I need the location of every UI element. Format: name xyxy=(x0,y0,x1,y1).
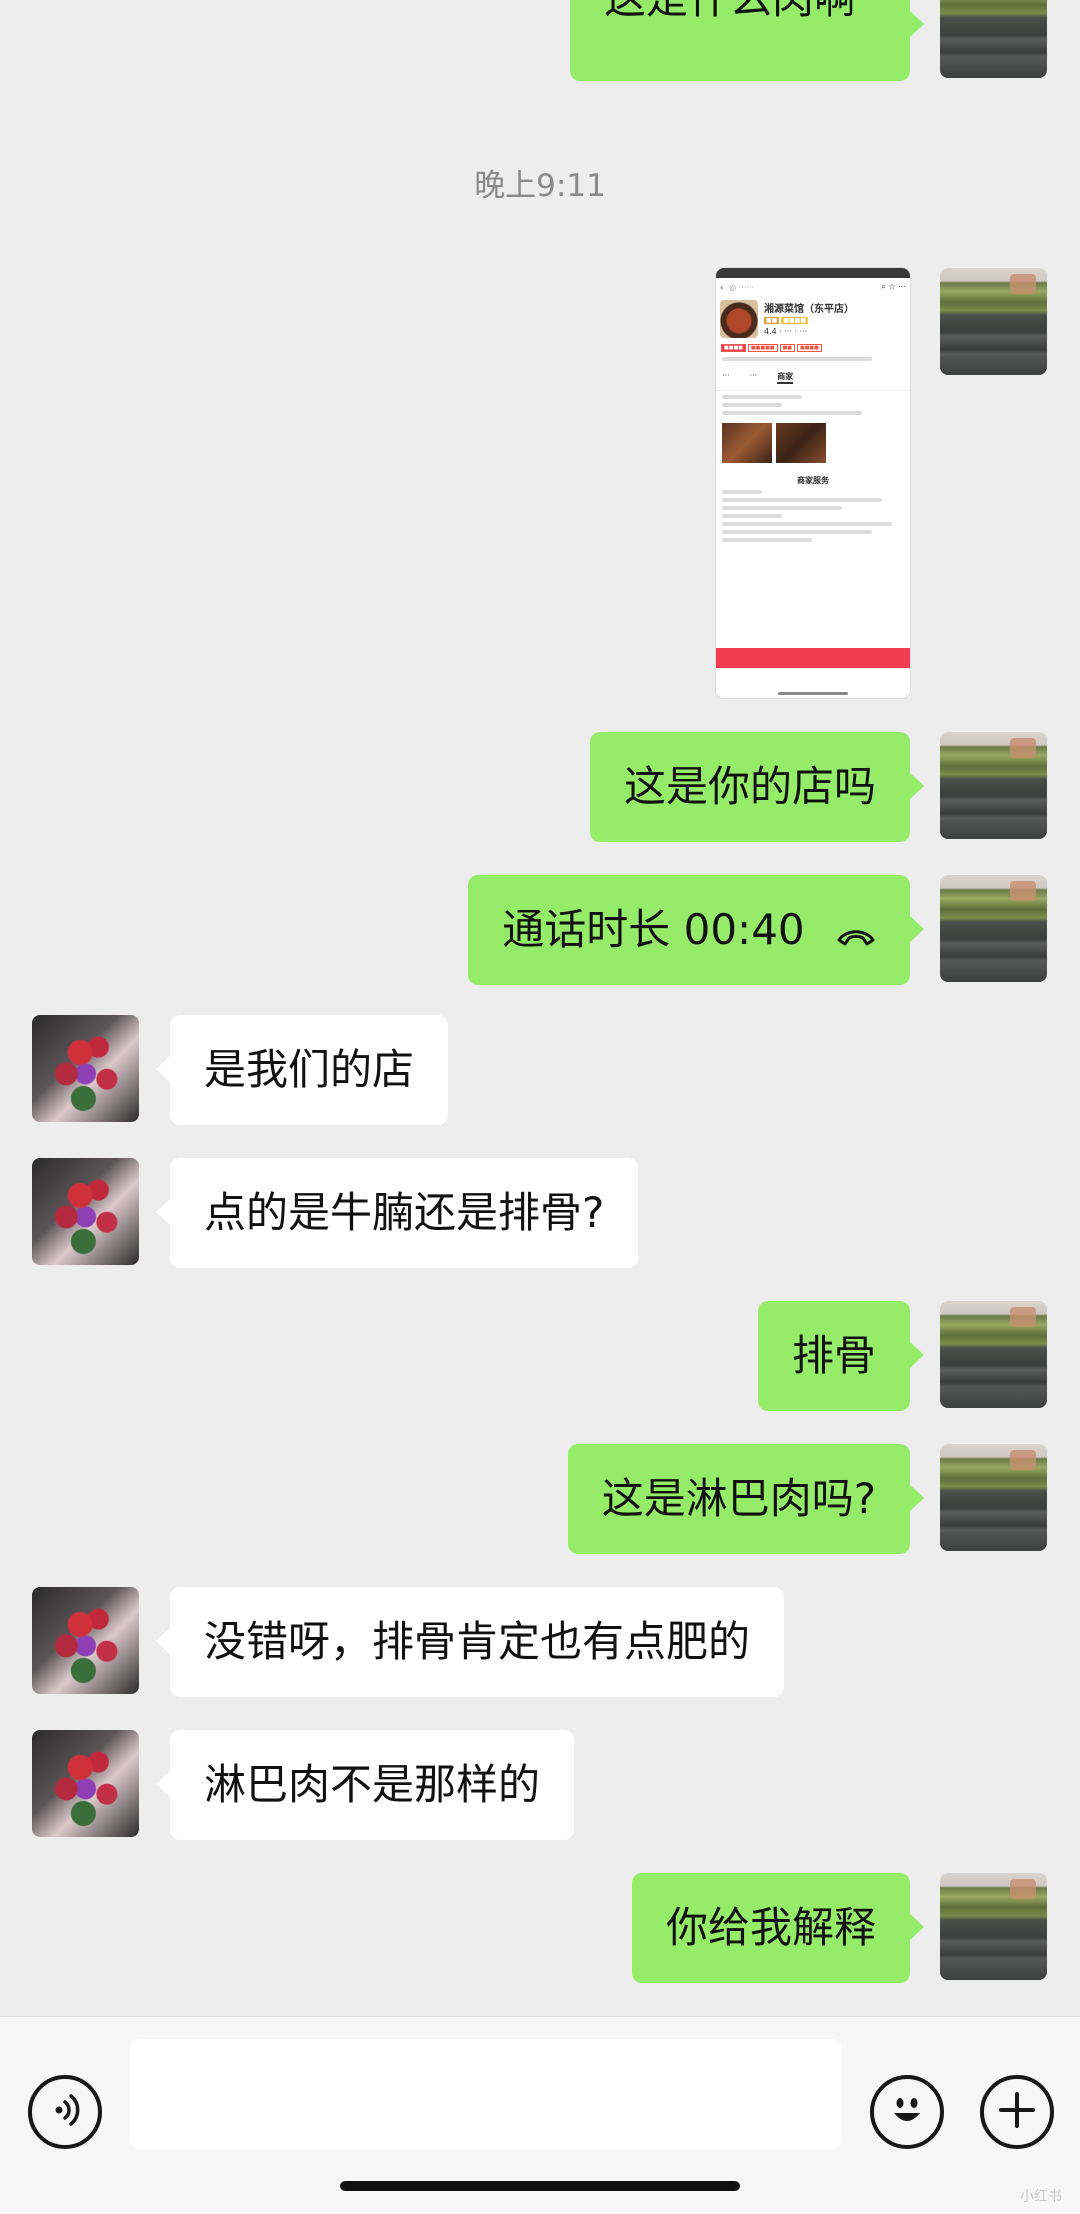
contact-avatar[interactable] xyxy=(32,1015,139,1122)
message-text: 是我们的店 xyxy=(204,1045,415,1094)
message-text: 点的是牛腩还是排骨? xyxy=(204,1188,605,1237)
message-text: 你给我解释 xyxy=(665,1903,876,1952)
thumb-shop-photo xyxy=(720,300,758,338)
thumb-tags: ■■■■ ■■■■■ ■■ ■■■■ xyxy=(716,342,910,353)
my-avatar[interactable] xyxy=(940,732,1047,839)
contact-avatar[interactable] xyxy=(32,1158,139,1265)
thumb-shop-name: 湘源菜馆（东平店） xyxy=(764,304,854,315)
message-text: 排骨 xyxy=(791,1331,876,1380)
voice-icon xyxy=(45,2090,85,2134)
message-bubble-me[interactable]: 这是你的店吗 xyxy=(589,732,925,842)
time-divider: 晚上9:11 xyxy=(474,168,606,204)
more-options-button[interactable] xyxy=(980,2075,1054,2149)
my-avatar[interactable] xyxy=(940,1301,1047,1408)
message-bubble-other[interactable]: 淋巴肉不是那样的 xyxy=(155,1730,575,1840)
emoji-button[interactable] xyxy=(870,2075,944,2149)
phone-hangup-icon xyxy=(836,878,876,988)
smiley-icon xyxy=(882,2085,932,2139)
thumb-tabs: ··· ··· 商家 xyxy=(716,365,910,391)
my-avatar[interactable] xyxy=(940,875,1047,982)
thumb-shop-header: 湘源菜馆（东平店） ■■ ■■■■ 4.4 · ··· · ··· xyxy=(716,296,910,342)
thumb-photos xyxy=(716,419,910,467)
thumb-section-title: 商家服务 xyxy=(797,476,829,485)
message-text: 这是淋巴肉吗? xyxy=(601,1474,876,1523)
watermark: 小红书 xyxy=(1020,2189,1062,2205)
message-bubble-other[interactable]: 没错呀，排骨肯定也有点肥的 xyxy=(155,1587,785,1697)
thumb-tab-merchant: 商家 xyxy=(777,371,794,384)
thumb-nav: ‹ ◎ ······ ⌕ ☆ ⋯ xyxy=(716,278,910,296)
my-avatar[interactable] xyxy=(940,1873,1047,1980)
message-text: 没错呀，排骨肯定也有点肥的 xyxy=(204,1617,751,1666)
message-bubble-me[interactable]: 这是淋巴肉吗? xyxy=(567,1444,925,1554)
my-avatar[interactable] xyxy=(940,268,1047,375)
thumb-promo-banner xyxy=(716,648,910,668)
message-text: 这是你的店吗 xyxy=(623,762,876,811)
chat-area[interactable]: 这是什么肉啊 晚上9:11 ‹◎ ······⌕ ☆ ⋯ 湘源菜馆（东平店） ■… xyxy=(0,0,1080,2016)
message-text: 这是什么肉啊 xyxy=(604,0,856,23)
voice-input-button[interactable] xyxy=(28,2075,102,2149)
thumb-rating: 4.4 xyxy=(764,327,777,336)
message-bubble-me[interactable]: 排骨 xyxy=(757,1301,925,1411)
message-bubble-other[interactable]: 点的是牛腩还是排骨? xyxy=(155,1158,639,1268)
message-bubble-me[interactable]: 这是什么肉啊 xyxy=(570,0,924,81)
message-bubble-other[interactable]: 是我们的店 xyxy=(155,1015,449,1125)
message-bubble-me[interactable]: 你给我解释 xyxy=(631,1873,925,1983)
plus-icon xyxy=(995,2088,1039,2136)
contact-avatar[interactable] xyxy=(32,1587,139,1694)
image-message[interactable]: ‹ ◎ ······ ⌕ ☆ ⋯ 湘源菜馆（东平店） ■■ ■■■■ 4.4 · ··… xyxy=(716,268,910,698)
message-input[interactable] xyxy=(130,2039,842,2149)
message-text: 淋巴肉不是那样的 xyxy=(204,1760,541,1809)
call-duration-text: 通话时长 00:40 xyxy=(502,905,805,954)
call-record-bubble[interactable]: 通话时长 00:40 xyxy=(468,875,924,988)
my-avatar[interactable] xyxy=(940,1444,1047,1551)
my-avatar[interactable] xyxy=(940,0,1047,78)
contact-avatar[interactable] xyxy=(32,1730,139,1837)
home-indicator[interactable] xyxy=(340,2181,740,2191)
status-bar-thumb xyxy=(716,268,910,278)
